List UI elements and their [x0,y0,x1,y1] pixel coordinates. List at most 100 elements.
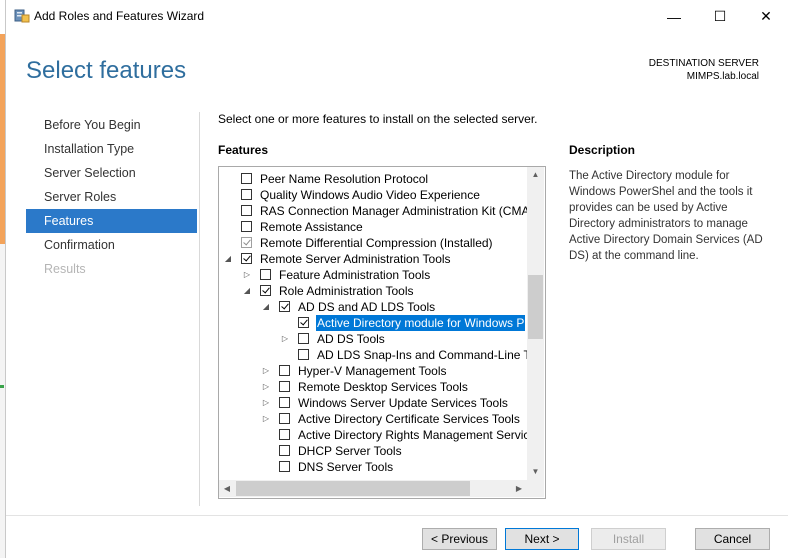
feature-checkbox[interactable] [260,285,271,296]
feature-label: AD DS and AD LDS Tools [298,300,436,314]
title-bar[interactable]: Add Roles and Features Wizard — ☐ ✕ [6,0,788,33]
wizard-nav: Before You Begin Installation Type Serve… [26,113,197,281]
minimize-icon: — [667,8,681,25]
features-tree-rows: Peer Name Resolution Protocol Quality Win… [219,171,527,479]
expanded-arrow-icon[interactable]: ◢ [261,299,271,315]
nav-item-features[interactable]: Features [26,209,197,233]
close-button[interactable]: ✕ [743,0,788,33]
destination-server-name: MIMPS.lab.local [686,71,759,82]
feature-label: DNS Server Tools [298,460,394,474]
feature-label: Active Directory module for Windows P [316,315,526,331]
close-icon: ✕ [760,8,772,24]
maximize-button[interactable]: ☐ [697,0,743,33]
nav-item-confirmation[interactable]: Confirmation [26,233,197,257]
nav-divider [199,112,200,506]
description-text: The Active Directory module for Windows … [569,170,763,262]
feature-checkbox[interactable] [241,189,252,200]
features-heading: Features [218,143,269,157]
page-title: Select features [26,57,187,84]
feature-label: Quality Windows Audio Video Experience [260,188,480,202]
wizard-window: Add Roles and Features Wizard — ☐ ✕ Sele… [5,0,788,558]
feature-checkbox[interactable] [279,461,290,472]
feature-checkbox[interactable] [260,269,271,280]
expanded-arrow-icon[interactable]: ◢ [242,283,252,299]
feature-row[interactable]: ◢ Role Administration Tools [219,283,527,299]
feature-row[interactable]: ▷ Hyper-V Management Tools [219,363,527,379]
feature-row[interactable]: AD LDS Snap-Ins and Command-Line To [219,347,527,363]
feature-label: AD DS Tools [317,332,385,346]
feature-checkbox[interactable] [279,381,290,392]
feature-label: Hyper-V Management Tools [298,364,447,378]
feature-row[interactable]: ▷ Active Directory Certificate Services T… [219,411,527,427]
collapsed-arrow-icon[interactable]: ▷ [261,411,271,427]
cancel-button[interactable]: Cancel [695,528,770,550]
feature-checkbox[interactable] [279,413,290,424]
feature-label: DHCP Server Tools [298,444,402,458]
nav-item-installation-type[interactable]: Installation Type [26,137,197,161]
feature-label: Role Administration Tools [279,284,414,298]
feature-row[interactable]: ◢ AD DS and AD LDS Tools [219,299,527,315]
nav-item-server-selection[interactable]: Server Selection [26,161,197,185]
collapsed-arrow-icon[interactable]: ▷ [261,395,271,411]
feature-checkbox[interactable] [279,365,290,376]
feature-row[interactable]: ▷ AD DS Tools [219,331,527,347]
feature-checkbox[interactable] [279,301,290,312]
vertical-scroll-thumb[interactable] [528,275,543,339]
feature-checkbox[interactable] [298,349,309,360]
next-button[interactable]: Next > [505,528,579,550]
feature-label: Peer Name Resolution Protocol [260,172,429,186]
horizontal-scroll-thumb[interactable] [236,481,470,496]
feature-checkbox[interactable] [241,205,252,216]
vertical-scrollbar[interactable]: ▲ ▼ [527,167,544,480]
install-button: Install [591,528,666,550]
feature-row[interactable]: ▷ Windows Server Update Services Tools [219,395,527,411]
feature-checkbox[interactable] [279,445,290,456]
feature-row[interactable]: Remote Differential Compression (Install… [219,235,527,251]
feature-row[interactable]: Peer Name Resolution Protocol [219,171,527,187]
feature-row[interactable]: Quality Windows Audio Video Experience [219,187,527,203]
collapsed-arrow-icon[interactable]: ▷ [242,267,252,283]
destination-server-label: DESTINATION SERVER [648,58,759,69]
feature-label: AD LDS Snap-Ins and Command-Line To [317,348,527,362]
collapsed-arrow-icon[interactable]: ▷ [280,331,290,347]
features-tree[interactable]: Peer Name Resolution Protocol Quality Win… [218,166,546,499]
feature-row[interactable]: Active Directory module for Windows P [219,315,527,331]
feature-row[interactable]: ▷ Feature Administration Tools [219,267,527,283]
scroll-up-icon[interactable]: ▲ [527,167,544,183]
collapsed-arrow-icon[interactable]: ▷ [261,363,271,379]
nav-item-before-you-begin[interactable]: Before You Begin [26,113,197,137]
background-accent-line [0,385,4,388]
description-heading: Description [569,143,636,157]
horizontal-scrollbar[interactable]: ◀ ▶ [219,480,527,497]
collapsed-arrow-icon[interactable]: ▷ [261,379,271,395]
feature-row[interactable]: DHCP Server Tools [219,443,527,459]
feature-label: RAS Connection Manager Administration Ki… [260,204,527,218]
feature-row[interactable]: RAS Connection Manager Administration Ki… [219,203,527,219]
scroll-right-icon[interactable]: ▶ [511,480,527,497]
feature-checkbox[interactable] [241,173,252,184]
feature-checkbox[interactable] [241,253,252,264]
instruction-text: Select one or more features to install o… [218,112,538,126]
feature-row[interactable]: Active Directory Rights Management Servi… [219,427,527,443]
feature-row[interactable]: ▷ Remote Desktop Services Tools [219,379,527,395]
feature-label: Remote Differential Compression (Install… [260,236,493,250]
scrollbar-corner [527,480,544,497]
feature-checkbox[interactable] [241,221,252,232]
feature-label: Active Directory Certificate Services To… [298,412,520,426]
feature-checkbox[interactable] [279,397,290,408]
feature-row[interactable]: ◢ Remote Server Administration Tools [219,251,527,267]
scroll-down-icon[interactable]: ▼ [527,464,544,480]
feature-row[interactable]: DNS Server Tools [219,459,527,475]
feature-row[interactable]: Remote Assistance [219,219,527,235]
feature-checkbox[interactable] [279,429,290,440]
feature-checkbox[interactable] [298,317,309,328]
server-manager-icon [14,9,30,23]
nav-item-server-roles[interactable]: Server Roles [26,185,197,209]
maximize-icon: ☐ [713,8,727,24]
previous-button[interactable]: < Previous [422,528,497,550]
scroll-left-icon[interactable]: ◀ [219,480,235,497]
footer-divider [6,515,788,516]
feature-checkbox[interactable] [298,333,309,344]
expanded-arrow-icon[interactable]: ◢ [223,251,233,267]
minimize-button[interactable]: — [651,0,697,33]
